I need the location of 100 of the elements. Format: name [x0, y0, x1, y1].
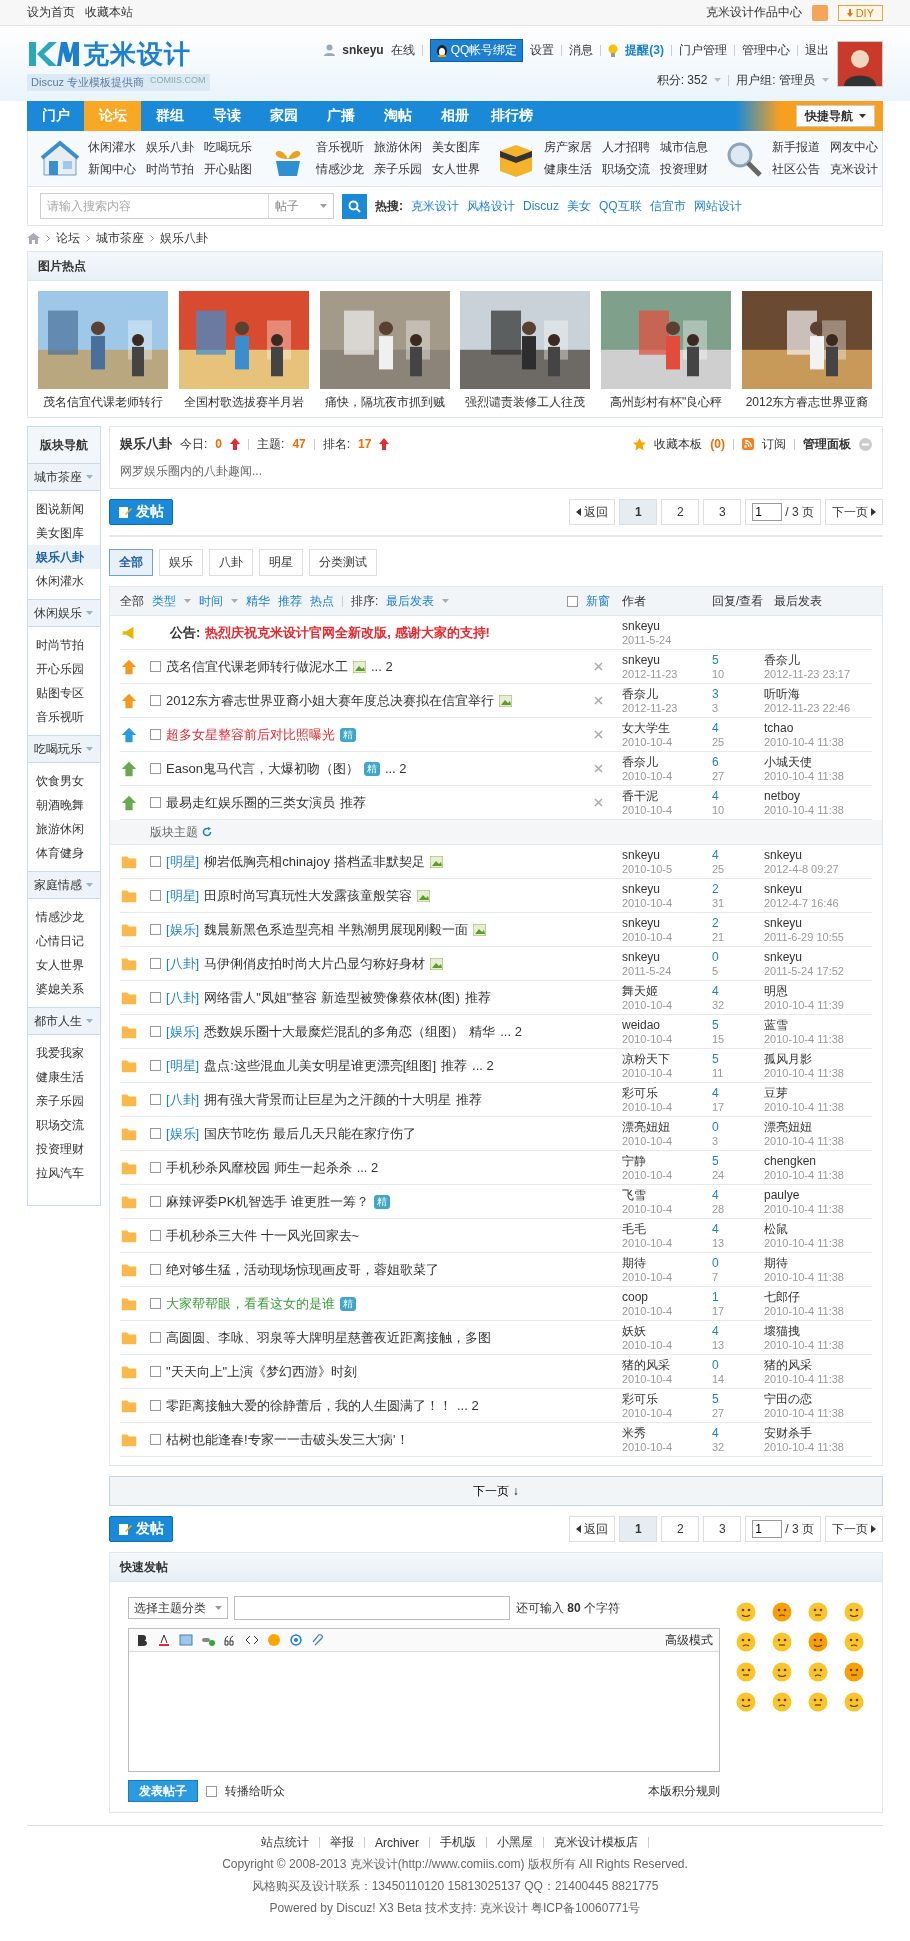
last-poster-link[interactable]: tchao: [764, 720, 872, 735]
category-link[interactable]: 投资理财: [660, 161, 708, 178]
page-link[interactable]: 2: [661, 1516, 700, 1542]
last-poster-link[interactable]: 宁田の恋: [764, 1391, 872, 1406]
checkbox[interactable]: [150, 797, 161, 808]
thread-title-link[interactable]: 拥有强大背景而让巨星为之汗颜的十大明星: [204, 1090, 452, 1109]
checkbox[interactable]: [150, 729, 161, 740]
close-icon[interactable]: [594, 797, 603, 807]
checkbox[interactable]: [150, 856, 161, 867]
close-icon[interactable]: [594, 729, 603, 739]
nav-tab[interactable]: 广播: [312, 101, 369, 131]
checkbox[interactable]: [150, 924, 161, 935]
checkbox[interactable]: [150, 695, 161, 706]
emoji-icon[interactable]: [772, 1662, 792, 1682]
thread-type-link[interactable]: [娱乐]: [166, 1022, 200, 1041]
nav-tab[interactable]: 群组: [141, 101, 198, 131]
emoji-icon[interactable]: [736, 1692, 756, 1712]
forum-link[interactable]: 美女图库: [28, 521, 100, 545]
expand-icon[interactable]: [811, 4, 828, 21]
filter-tab[interactable]: 娱乐: [159, 549, 203, 576]
checkbox[interactable]: [150, 1060, 161, 1071]
qq-bind-button[interactable]: QQ帐号绑定: [429, 38, 524, 62]
emoji-icon[interactable]: [736, 1662, 756, 1682]
category-link[interactable]: 克米设计: [830, 161, 878, 178]
emoji-icon[interactable]: [736, 1602, 756, 1622]
page-link[interactable]: 2: [661, 499, 700, 525]
page-link[interactable]: 3: [703, 1516, 742, 1542]
footer-link[interactable]: 站点统计: [261, 1834, 309, 1851]
author-link[interactable]: 漂亮妞妞: [622, 1119, 712, 1134]
picture-caption[interactable]: 2012东方睿志世界亚裔: [745, 394, 869, 411]
checkbox[interactable]: [150, 1128, 161, 1139]
thread-title-link[interactable]: 田原时尚写真玩性大发露孩童般笑容: [204, 886, 413, 905]
forum-link[interactable]: 女人世界: [28, 953, 100, 977]
user-menu-link[interactable]: 设置: [530, 41, 555, 59]
favorite-link[interactable]: 收藏本板: [654, 435, 703, 453]
last-poster-link[interactable]: 松鼠: [764, 1221, 872, 1236]
hot-search-link[interactable]: Discuz: [523, 199, 559, 213]
forum-link[interactable]: 音乐视听: [28, 705, 100, 729]
page-input[interactable]: 1: [752, 1520, 783, 1538]
last-poster-link[interactable]: 七郎仔: [764, 1289, 872, 1304]
code-tool-icon[interactable]: [245, 1633, 259, 1647]
thread-title-link[interactable]: 网络雷人"凤姐"整容 新造型被赞像蔡依林(图): [204, 988, 460, 1007]
checkbox[interactable]: [150, 1332, 161, 1343]
emoji-icon[interactable]: [844, 1662, 864, 1682]
reminder-link[interactable]: 提醒(3): [625, 41, 664, 59]
author-link[interactable]: snkeyu: [622, 652, 712, 667]
thread-title-link[interactable]: 最易走红娱乐圈的三类女演员: [166, 793, 335, 812]
last-poster-link[interactable]: 豆芽: [764, 1085, 872, 1100]
filter-link[interactable]: 类型: [152, 592, 176, 610]
footer-link[interactable]: 小黑屋: [497, 1834, 533, 1851]
last-poster-link[interactable]: 明恩: [764, 983, 872, 998]
category-link[interactable]: 社区公告: [772, 161, 820, 178]
last-poster-link[interactable]: 期待: [764, 1255, 872, 1270]
filter-link[interactable]: 全部: [120, 592, 144, 610]
category-link[interactable]: 时尚节拍: [146, 161, 194, 178]
hot-search-link[interactable]: QQ互联: [599, 197, 642, 215]
forum-link[interactable]: 投资理财: [28, 1137, 100, 1161]
last-poster-link[interactable]: paulye: [764, 1187, 872, 1202]
last-poster-link[interactable]: 孤风月影: [764, 1051, 872, 1066]
emoji-icon[interactable]: [736, 1632, 756, 1652]
author-link[interactable]: 期待: [622, 1255, 712, 1270]
picture-caption[interactable]: 茂名信宜代课老师转行: [43, 394, 163, 411]
filter-tab[interactable]: 明星: [259, 549, 303, 576]
forum-link[interactable]: 开心乐园: [28, 657, 100, 681]
thread-type-link[interactable]: [娱乐]: [166, 920, 200, 939]
footer-link[interactable]: 举报: [330, 1834, 354, 1851]
page-link[interactable]: 1: [619, 499, 658, 525]
checkbox[interactable]: [150, 992, 161, 1003]
emoji-icon[interactable]: [772, 1692, 792, 1712]
checkbox[interactable]: [150, 890, 161, 901]
category-link[interactable]: 人才招聘: [602, 139, 650, 156]
picture-caption[interactable]: 全国村歌选拔赛半月岩: [183, 394, 304, 411]
forum-link[interactable]: 体育健身: [28, 841, 100, 865]
thread-type-link[interactable]: [明星]: [166, 1056, 200, 1075]
advanced-mode-link[interactable]: 高级模式: [665, 1631, 713, 1649]
forum-link[interactable]: 健康生活: [28, 1065, 100, 1089]
back-link[interactable]: 返回: [569, 499, 616, 525]
user-menu-link[interactable]: 消息: [569, 41, 594, 59]
thread-pages-link[interactable]: ... 2: [371, 659, 393, 674]
author-link[interactable]: 凉粉天下: [622, 1051, 712, 1066]
forum-link[interactable]: 朝酒晚舞: [28, 793, 100, 817]
thread-type-link[interactable]: [八卦]: [166, 1090, 200, 1109]
forum-link[interactable]: 饮食男女: [28, 769, 100, 793]
picture-caption[interactable]: 痛快，隔坑夜市抓到贼: [324, 394, 445, 411]
last-poster-link[interactable]: chengken: [764, 1153, 872, 1168]
new-window-checkbox[interactable]: [567, 595, 578, 607]
subscribe-link[interactable]: 订阅: [762, 435, 786, 453]
checkbox[interactable]: [150, 1162, 161, 1173]
collapse-icon[interactable]: [859, 437, 872, 451]
checkbox[interactable]: [150, 958, 161, 969]
forum-link[interactable]: 旅游休闲: [28, 817, 100, 841]
nav-tab[interactable]: 导读: [198, 101, 255, 131]
forum-link[interactable]: 亲子乐园: [28, 1089, 100, 1113]
author-link[interactable]: 宁静: [622, 1153, 712, 1168]
user-group-dropdown[interactable]: 用户组: 管理员: [736, 71, 815, 89]
checkbox[interactable]: [150, 1298, 161, 1309]
author-link[interactable]: snkeyu: [622, 881, 712, 896]
announcement-link[interactable]: 热烈庆祝克米设计官网全新改版, 感谢大家的支持!: [205, 623, 490, 642]
category-link[interactable]: 城市信息: [660, 139, 708, 156]
thread-type-link[interactable]: [娱乐]: [166, 1124, 200, 1143]
